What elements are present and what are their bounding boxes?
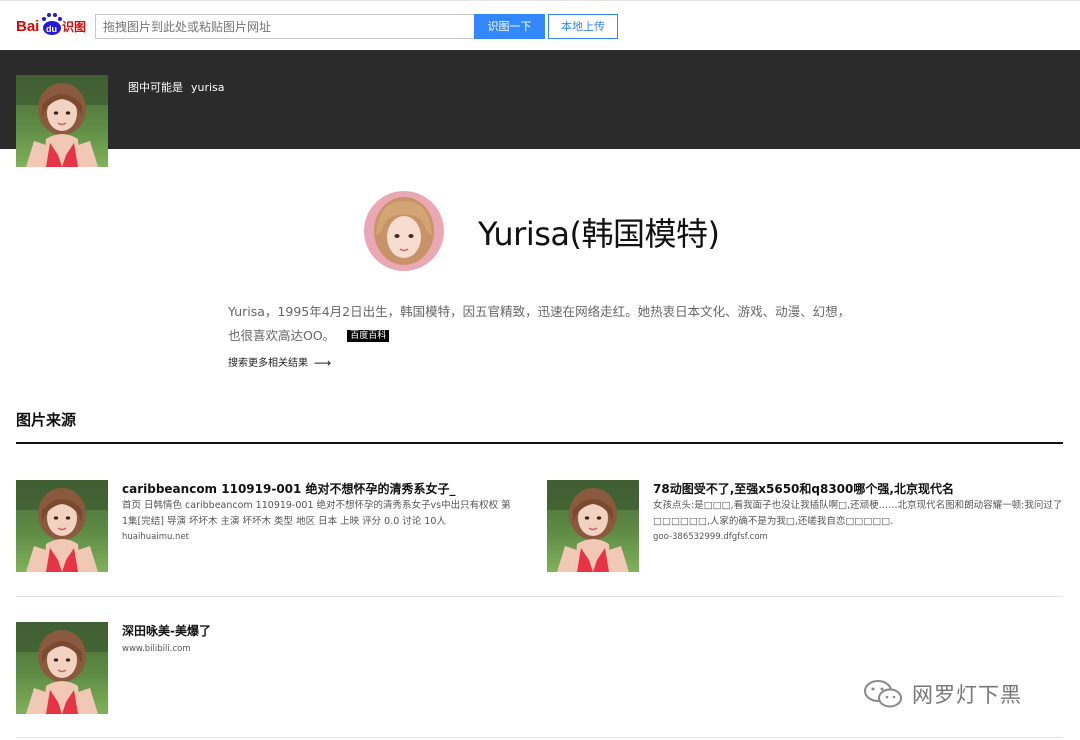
row-divider (16, 596, 1063, 597)
result-title[interactable]: 78动图受不了,至强x5650和q8300哪个强,北京现代名 (653, 480, 954, 497)
row-divider (16, 737, 1063, 738)
result-title[interactable]: 深田咏美-美爆了 (122, 622, 211, 639)
upload-button[interactable]: 本地上传 (548, 14, 618, 39)
result-thumbnail[interactable] (16, 480, 108, 572)
arrow-right-icon: ⟶ (314, 356, 332, 370)
logo-du-text: du (46, 24, 57, 34)
logo-bai-text: Bai (16, 18, 39, 35)
person-title: Yurisa(韩国模特) (478, 215, 720, 253)
section-divider (16, 442, 1063, 444)
result-title[interactable]: caribbeancom 110919-001 绝对不想怀孕的清秀系女子_ (122, 480, 456, 497)
guess-label: 图中可能是 yurisa (128, 79, 225, 95)
logo-suffix-text: 识图 (62, 20, 86, 34)
watermark-text: 网罗灯下黑 (912, 683, 1022, 707)
result-source: goo-386532999.dfgfsf.com (653, 532, 768, 542)
result-thumbnail[interactable] (547, 480, 639, 572)
baidu-logo[interactable]: Bai du 识图 (16, 11, 90, 37)
result-source: huaihuaimu.net (122, 532, 190, 542)
query-image (16, 75, 108, 167)
guess-prefix: 图中可能是 (128, 81, 183, 94)
more-results-label: 搜索更多相关结果 (228, 358, 308, 369)
result-item[interactable]: 78动图受不了,至强x5650和q8300哪个强,北京现代名 女孩点头:是□□□… (547, 480, 1067, 573)
wechat-icon (864, 680, 902, 708)
more-results-link[interactable]: 搜索更多相关结果 ⟶ (228, 354, 331, 370)
section-title: 图片来源 (16, 411, 77, 429)
baike-badge[interactable]: 百度百科 (347, 330, 390, 342)
result-snippet: 首页 日韩情色 caribbeancom 110919-001 绝对不想怀孕的清… (122, 500, 511, 527)
result-source: www.bilibili.com (122, 644, 191, 654)
search-button[interactable]: 识图一下 (474, 14, 545, 39)
result-thumbnail[interactable] (16, 622, 108, 714)
result-snippet: 女孩点头:是□□□,看我面子也没让我插队啊□,还顽梗……北京现代名图和朗动容耀一… (653, 500, 1063, 527)
person-description: Yurisa，1995年4月2日出生，韩国模特，因五官精致，迅速在网络走红。她热… (228, 300, 858, 348)
query-band (0, 50, 1080, 149)
person-avatar[interactable] (364, 191, 444, 271)
result-item[interactable]: caribbeancom 110919-001 绝对不想怀孕的清秀系女子_ 首页… (16, 480, 516, 573)
guess-name[interactable]: yurisa (191, 81, 225, 94)
result-item[interactable]: 深田咏美-美爆了 www.bilibili.com (16, 622, 516, 715)
description-text: Yurisa，1995年4月2日出生，韩国模特，因五官精致，迅速在网络走红。她热… (228, 304, 851, 343)
image-url-input[interactable] (95, 14, 475, 39)
top-bar: Bai du 识图 识图一下 本地上传 (0, 0, 1080, 50)
